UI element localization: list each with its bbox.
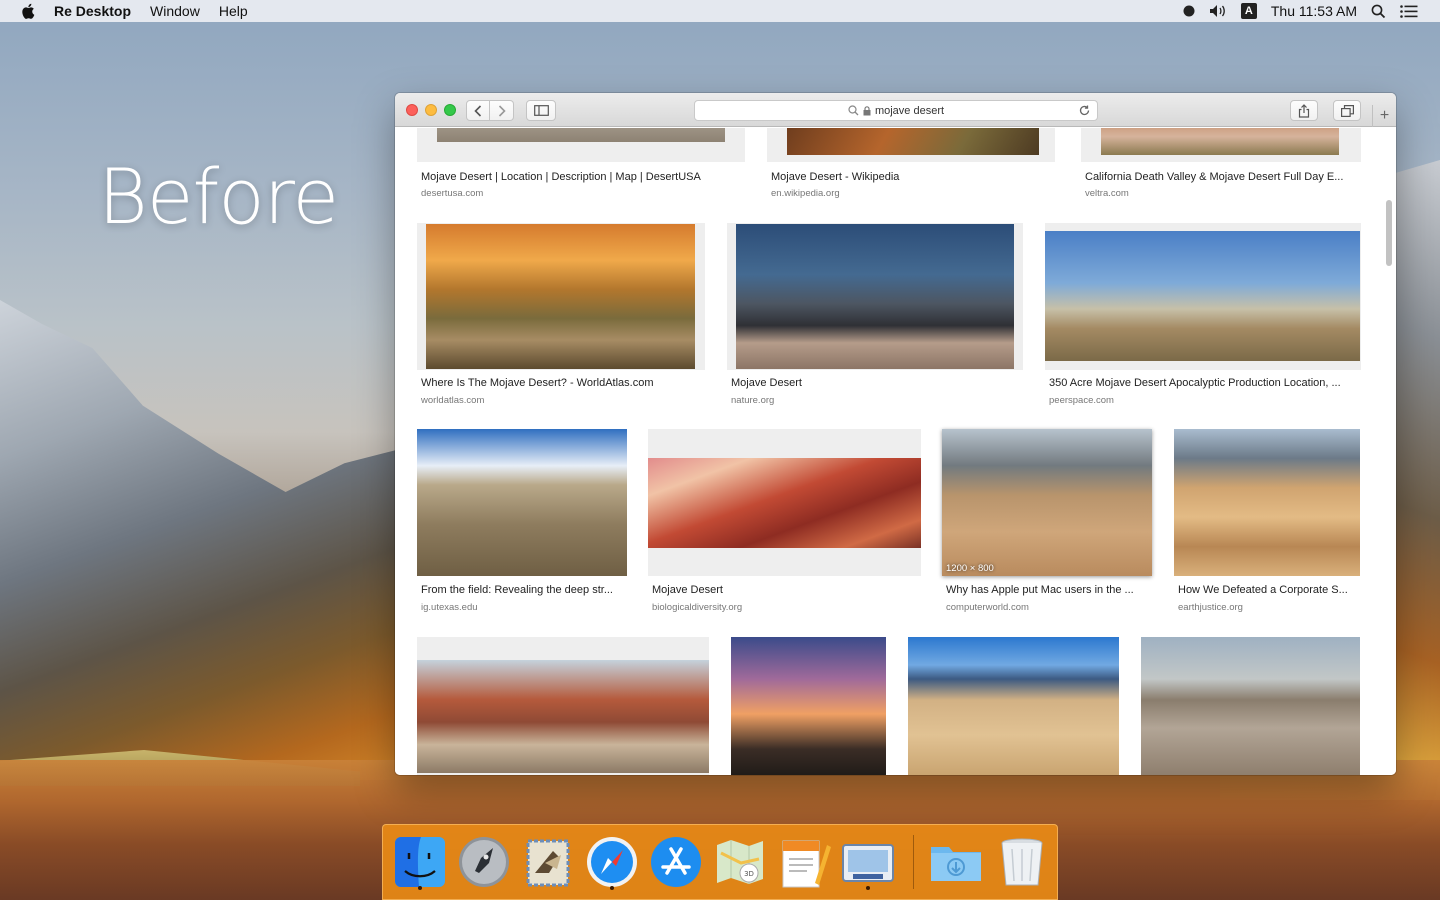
image-result[interactable]: Mojave Desert - Wikipedia en.wikipedia.o… [767, 128, 1067, 199]
result-thumbnail[interactable]: 1200 × 800 [942, 429, 1152, 576]
spotlight-search-icon[interactable] [1371, 4, 1386, 19]
result-title[interactable]: Where Is The Mojave Desert? - WorldAtlas… [421, 377, 711, 389]
image-result[interactable] [1141, 637, 1363, 775]
menu-help[interactable]: Help [219, 3, 248, 19]
svg-text:3D: 3D [744, 870, 754, 878]
image-dimensions-badge: 1200 × 800 [946, 563, 994, 574]
plus-icon: + [1379, 107, 1390, 124]
result-thumbnail[interactable] [1141, 637, 1360, 775]
sidebar-icon [533, 105, 549, 116]
re-desktop-icon[interactable] [839, 833, 897, 891]
result-thumbnail[interactable] [1174, 429, 1360, 576]
wallpaper-mountain-left [0, 300, 420, 780]
result-title[interactable]: Mojave Desert [731, 377, 1021, 389]
menu-window[interactable]: Window [150, 3, 200, 19]
new-tab-button[interactable]: + [1372, 105, 1396, 127]
image-result[interactable] [731, 637, 891, 775]
trash-icon[interactable] [993, 833, 1051, 891]
zoom-window-button[interactable] [444, 104, 456, 116]
share-button[interactable] [1290, 100, 1318, 121]
result-title[interactable]: Mojave Desert [652, 584, 922, 596]
address-bar[interactable]: mojave desert [694, 100, 1098, 121]
result-title[interactable]: Mojave Desert | Location | Description |… [421, 171, 741, 183]
safari-icon[interactable] [583, 833, 641, 891]
result-title[interactable]: From the field: Revealing the deep str..… [421, 584, 631, 596]
minimize-window-button[interactable] [425, 104, 437, 116]
result-source: computerworld.com [946, 602, 1029, 613]
dock-separator [913, 835, 914, 889]
result-title[interactable]: Why has Apple put Mac users in the ... [946, 584, 1156, 596]
result-title[interactable]: California Death Valley & Mojave Desert … [1085, 171, 1360, 183]
image-result[interactable]: From the field: Revealing the deep str..… [417, 429, 632, 614]
input-source-icon[interactable]: A [1240, 3, 1257, 19]
result-thumbnail[interactable] [437, 128, 725, 142]
result-source: ig.utexas.edu [421, 602, 478, 613]
result-thumbnail[interactable] [908, 637, 1119, 775]
chevron-right-icon [498, 104, 506, 117]
sidebar-toggle-button[interactable] [526, 100, 556, 121]
result-thumbnail[interactable] [787, 128, 1039, 155]
search-icon [848, 105, 859, 116]
image-result[interactable]: California Death Valley & Mojave Desert … [1081, 128, 1366, 199]
apple-menu-icon[interactable] [20, 2, 38, 20]
dock: 3D [382, 824, 1058, 900]
address-text: mojave desert [874, 104, 945, 117]
vertical-scrollbar[interactable] [1386, 200, 1392, 266]
result-source: earthjustice.org [1178, 602, 1243, 613]
result-source: peerspace.com [1049, 395, 1114, 406]
result-thumbnail[interactable] [1101, 128, 1339, 155]
menu-app-name[interactable]: Re Desktop [54, 3, 131, 19]
menu-clock[interactable]: Thu 11:53 AM [1271, 3, 1357, 19]
tab-overview-button[interactable] [1333, 100, 1361, 121]
image-results: Mojave Desert | Location | Description |… [395, 128, 1396, 775]
image-result[interactable]: Mojave Desert nature.org [727, 223, 1027, 408]
safari-window: mojave desert + Mojave Desert | Location… [395, 93, 1396, 775]
image-result[interactable]: 1200 × 800 Why has Apple put Mac users i… [942, 429, 1157, 614]
menu-bar: Re Desktop Window Help A Thu 11:53 AM [0, 0, 1440, 22]
result-thumbnail[interactable] [426, 224, 695, 369]
volume-icon[interactable] [1209, 4, 1227, 18]
record-status-icon[interactable] [1183, 5, 1195, 17]
image-result[interactable]: 350 Acre Mojave Desert Apocalyptic Produ… [1045, 223, 1365, 408]
browser-toolbar: mojave desert + [395, 93, 1396, 127]
result-thumbnail[interactable] [417, 429, 627, 576]
mail-icon[interactable] [519, 833, 577, 891]
chevron-left-icon [474, 104, 482, 117]
app-store-icon[interactable] [647, 833, 705, 891]
back-button[interactable] [466, 100, 490, 121]
result-thumbnail[interactable] [736, 224, 1014, 369]
result-title[interactable]: How We Defeated a Corporate S... [1178, 584, 1362, 596]
result-source: desertusa.com [421, 188, 484, 199]
result-thumbnail[interactable] [417, 660, 709, 773]
tabs-icon [1340, 104, 1354, 117]
result-source: biologicaldiversity.org [652, 602, 743, 613]
image-result[interactable]: How We Defeated a Corporate S... earthju… [1174, 429, 1364, 614]
maps-icon[interactable]: 3D [711, 833, 769, 891]
before-label: Before [98, 152, 339, 241]
image-result[interactable]: Where Is The Mojave Desert? - WorldAtlas… [417, 223, 717, 408]
reload-icon[interactable] [1078, 104, 1091, 117]
image-result[interactable]: Mojave Desert biologicaldiversity.org [648, 429, 928, 614]
image-result[interactable]: Mojave Desert | Location | Description |… [417, 128, 747, 199]
result-source: veltra.com [1085, 188, 1129, 199]
result-source: worldatlas.com [421, 395, 485, 406]
share-icon [1298, 103, 1310, 118]
result-source: en.wikipedia.org [771, 188, 840, 199]
downloads-folder-icon[interactable] [927, 833, 985, 891]
result-thumbnail[interactable] [648, 458, 921, 548]
result-title[interactable]: Mojave Desert - Wikipedia [771, 171, 1061, 183]
result-thumbnail[interactable] [1045, 231, 1360, 361]
result-title[interactable]: 350 Acre Mojave Desert Apocalyptic Produ… [1049, 377, 1359, 389]
launchpad-icon[interactable] [455, 833, 513, 891]
forward-button[interactable] [490, 100, 514, 121]
result-source: nature.org [731, 395, 775, 406]
pages-icon[interactable] [775, 833, 833, 891]
close-window-button[interactable] [406, 104, 418, 116]
image-result[interactable] [908, 637, 1123, 775]
notification-center-icon[interactable] [1400, 4, 1418, 18]
finder-icon[interactable] [391, 833, 449, 891]
lock-icon [863, 105, 871, 115]
image-result[interactable] [417, 637, 712, 775]
result-thumbnail[interactable] [731, 637, 886, 775]
